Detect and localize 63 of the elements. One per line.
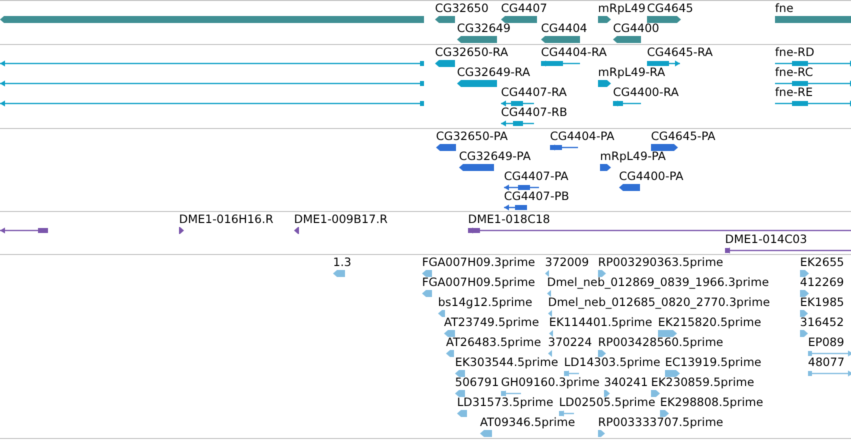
- feature-label: AT09346.5prime: [480, 416, 576, 429]
- feature-label: CG4404: [541, 22, 588, 35]
- feature-label: DME1-014C03: [725, 233, 808, 246]
- feature-label: 372009: [545, 256, 589, 269]
- feature-label: CG32649-RA: [457, 66, 530, 79]
- feature-label: EC13919.5prime: [665, 356, 762, 369]
- feature-label: RP003333707.5prime: [598, 416, 724, 429]
- feature-label: EK303544.5prime: [455, 356, 558, 369]
- feature-label: fne-RD: [775, 46, 814, 59]
- feature-label: CG32650: [435, 2, 489, 15]
- feature-label: 370224: [548, 336, 592, 349]
- feature-label: CG4645-RA: [647, 46, 713, 59]
- feature-label: CG4400-RA: [613, 86, 679, 99]
- feature-label: AT26483.5prime: [446, 336, 542, 349]
- feature-label: EK114401.5prime: [549, 316, 652, 329]
- feature-label: EP089: [808, 336, 844, 349]
- feature-label: DME1-018C18: [468, 213, 550, 226]
- feature-label: CG4407: [501, 2, 548, 15]
- feature-label: EK215820.5prime: [658, 316, 762, 329]
- feature-label: CG4645-PA: [651, 130, 716, 143]
- feature-label: fne-RC: [775, 66, 814, 79]
- feature-label: CG4407-RB: [501, 106, 568, 119]
- feature-label: 412269: [800, 276, 844, 289]
- feature-label: mRpL49: [598, 2, 646, 15]
- feature-label: DME1-016H16.R: [179, 213, 274, 226]
- feature-label: CG4407-PB: [504, 190, 570, 203]
- feature-label: mRpL49-PA: [600, 150, 666, 163]
- feature-label: 316452: [800, 316, 844, 329]
- feature-label: CG32650-PA: [436, 130, 508, 143]
- feature-label: 1.3: [333, 256, 352, 269]
- feature-label: AT23749.5prime: [444, 316, 540, 329]
- feature-label: Dmel_neb_012869_0839_1966.3prime: [547, 276, 769, 289]
- feature-label: CG4645: [647, 2, 694, 15]
- feature-label: Dmel_neb_012685_0820_2770.3prime: [548, 296, 770, 309]
- feature-label: CG4400: [613, 22, 660, 35]
- feature-label: DME1-009B17.R: [294, 213, 388, 226]
- feature-label: CG4407-RA: [501, 86, 567, 99]
- feature-label: CG32649: [457, 22, 511, 35]
- feature-label: CG32650-RA: [435, 46, 508, 59]
- feature-label: LD14303.5prime: [564, 356, 660, 369]
- feature-label: RP003428560.5prime: [598, 336, 724, 349]
- feature-label: RP003290363.5prime: [598, 256, 724, 269]
- feature-label: CG4404-PA: [550, 130, 614, 143]
- feature-label: 340241: [604, 376, 648, 389]
- feature-label: CG4407-PA: [504, 170, 568, 183]
- feature-label: fne-RE: [775, 86, 813, 99]
- feature-label: mRpL49-RA: [598, 66, 666, 79]
- feature-label: LD02505.5prime: [559, 396, 656, 409]
- feature-label: LD31573.5prime: [457, 396, 554, 409]
- feature-label: EK1985: [800, 296, 844, 309]
- feature-label: 48077: [808, 356, 845, 369]
- feature-label: bs14g12.5prime: [438, 296, 532, 309]
- feature-label: EK298808.5prime: [660, 396, 764, 409]
- feature-label: FGA007H09.5prime: [422, 276, 536, 289]
- feature-label: fne: [775, 2, 794, 15]
- feature-label: EK2655: [800, 256, 844, 269]
- feature-label: CG4404-RA: [541, 46, 607, 59]
- feature-label: GH09160.3prime: [501, 376, 600, 389]
- feature-label: FGA007H09.3prime: [422, 256, 536, 269]
- feature-label: CG4400-PA: [619, 170, 684, 183]
- feature-label: 506791: [455, 376, 499, 389]
- feature-label: CG32649-PA: [459, 150, 531, 163]
- feature-label: EK230859.5prime: [651, 376, 754, 389]
